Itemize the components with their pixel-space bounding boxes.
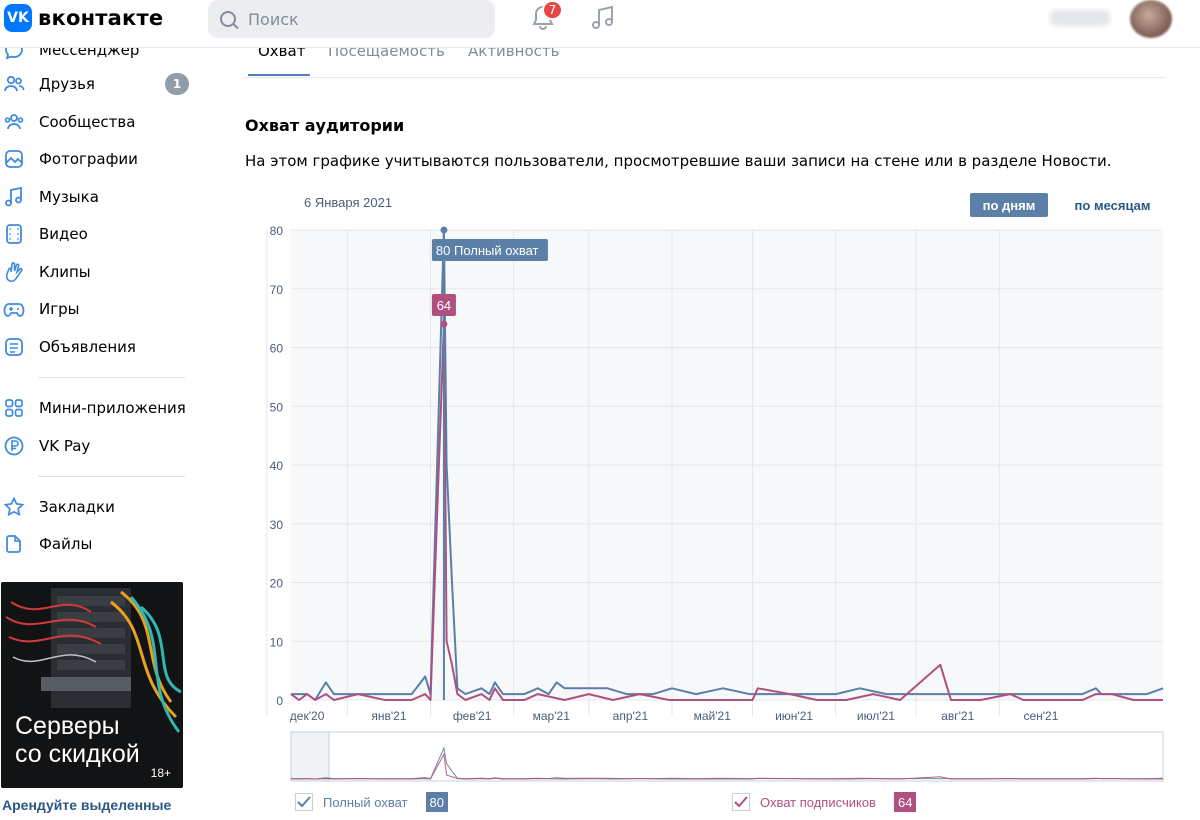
avatar[interactable] — [1130, 0, 1172, 38]
x-tick-label: дек'20 — [290, 709, 325, 723]
sidebar-item-communities[interactable]: Сообщества — [0, 104, 195, 140]
friends-icon — [1, 71, 27, 97]
tooltip-full-reach: 80 Полный охват — [436, 243, 539, 258]
reach-chart: 0 10 20 30 40 50 60 70 80 дек'20 янв'21 фев'21 мар'2… — [266, 224, 1164, 782]
sidebar-item-label: Файлы — [39, 535, 93, 553]
notifications-badge: 7 — [542, 0, 563, 20]
section-title: Охват аудитории — [245, 116, 405, 135]
y-tick-label: 0 — [276, 694, 283, 708]
x-tick-label: июл'21 — [857, 709, 895, 723]
legend-label: Полный охват — [323, 794, 408, 810]
sidebar-item-friends[interactable]: Друзья 1 — [0, 66, 195, 102]
ad-caption[interactable]: Арендуйте выделенные — [2, 797, 171, 813]
logo-text: вконтакте — [38, 6, 164, 30]
search-icon — [220, 11, 236, 27]
profile-name-blurred[interactable] — [1050, 10, 1110, 26]
games-icon — [1, 296, 27, 322]
y-tick-label: 80 — [270, 224, 284, 238]
x-tick-label: авг'21 — [941, 709, 974, 723]
sidebar-divider — [38, 377, 185, 378]
sidebar-divider — [38, 476, 185, 477]
sidebar-item-label: Друзья — [39, 75, 95, 93]
sidebar-item-label: Мини-приложения — [39, 399, 186, 417]
y-tick-label: 50 — [270, 400, 284, 414]
legend-value-badge: 80 — [425, 792, 448, 812]
y-tick-label: 60 — [270, 342, 284, 356]
y-tick-label: 30 — [270, 518, 284, 532]
sidebar-item-label: Закладки — [39, 498, 115, 516]
sidebar-item-photos[interactable]: Фотографии — [0, 141, 195, 177]
by-months-button[interactable]: по месяцам — [1060, 193, 1165, 217]
friends-badge: 1 — [165, 73, 189, 95]
checkbox-checked-icon[interactable] — [732, 793, 750, 811]
sidebar-item-clips[interactable]: Клипы — [0, 254, 195, 290]
ad-age-label: 18+ — [150, 766, 171, 780]
sidebar-item-label: VK Pay — [39, 437, 91, 455]
top-bar: VK вконтакте Поиск 7 — [0, 0, 1200, 48]
x-tick-label: май'21 — [694, 709, 732, 723]
x-tick-label: янв'21 — [371, 709, 406, 723]
sidebar-item-label: Видео — [39, 225, 88, 243]
photos-icon — [1, 146, 27, 172]
section-description: На этом графике учитываются пользователи… — [245, 152, 1112, 170]
x-tick-label: апр'21 — [613, 709, 649, 723]
sidebar-item-label: Игры — [39, 300, 80, 318]
ad-banner[interactable]: Серверы со скидкой 18+ — [1, 582, 183, 788]
search-placeholder: Поиск — [248, 9, 299, 29]
vk-logo-icon: VK — [4, 4, 32, 32]
mini-apps-icon — [1, 395, 27, 421]
legend-value-badge: 64 — [893, 792, 917, 812]
by-days-button[interactable]: по дням — [970, 193, 1048, 217]
sidebar-item-bookmarks[interactable]: Закладки — [0, 489, 195, 525]
sidebar-item-vk-pay[interactable]: VK Pay — [0, 428, 195, 464]
communities-icon — [1, 109, 27, 135]
data-point — [440, 320, 448, 328]
vk-pay-icon — [1, 433, 27, 459]
sidebar-item-label: Фотографии — [39, 150, 138, 168]
ad-title-line2: со скидкой — [15, 740, 140, 768]
active-tab-indicator — [248, 74, 310, 76]
video-icon — [1, 221, 27, 247]
music-icon[interactable] — [590, 5, 616, 31]
checkbox-checked-icon[interactable] — [295, 793, 313, 811]
legend-label: Охват подписчиков — [760, 794, 876, 810]
data-point — [440, 226, 448, 234]
music-icon — [1, 184, 27, 210]
x-tick-label: сен'21 — [1023, 709, 1058, 723]
x-tick-label: мар'21 — [533, 709, 571, 723]
search-input[interactable]: Поиск — [208, 0, 495, 38]
files-icon — [1, 531, 27, 557]
sidebar-item-games[interactable]: Игры — [0, 291, 195, 327]
sidebar-item-label: Объявления — [39, 338, 136, 356]
sidebar: Мессенджер Друзья 1 Сообщества Фотографи… — [0, 30, 200, 820]
y-tick-label: 20 — [270, 577, 284, 591]
selected-date: 6 Января 2021 — [304, 195, 393, 210]
ad-title: Серверы со скидкой — [15, 712, 140, 768]
ads-icon — [1, 334, 27, 360]
clips-icon — [1, 259, 27, 285]
y-tick-label: 70 — [270, 283, 284, 297]
ad-title-line1: Серверы — [15, 712, 120, 740]
sidebar-item-music[interactable]: Музыка — [0, 179, 195, 215]
sidebar-item-label: Клипы — [39, 263, 91, 281]
sidebar-item-files[interactable]: Файлы — [0, 526, 195, 562]
legend-subscriber-reach[interactable]: Охват подписчиков 64 — [732, 792, 917, 812]
x-tick-label: июн'21 — [775, 709, 813, 723]
legend-full-reach[interactable]: Полный охват 80 — [295, 792, 448, 812]
vk-logo[interactable]: VK вконтакте — [4, 4, 163, 32]
y-tick-label: 40 — [270, 459, 284, 473]
sidebar-item-mini-apps[interactable]: Мини-приложения — [0, 390, 195, 426]
y-tick-label: 10 — [270, 635, 284, 649]
navigator-handle — [290, 731, 330, 782]
navigator-frame — [290, 731, 1164, 782]
sidebar-item-label: Музыка — [39, 188, 99, 206]
bookmarks-icon — [1, 494, 27, 520]
tooltip-subscriber: 64 — [437, 298, 451, 313]
sidebar-item-ads[interactable]: Объявления — [0, 329, 195, 365]
sidebar-item-label: Сообщества — [39, 113, 136, 131]
sidebar-item-video[interactable]: Видео — [0, 216, 195, 252]
x-tick-label: фев'21 — [453, 709, 492, 723]
